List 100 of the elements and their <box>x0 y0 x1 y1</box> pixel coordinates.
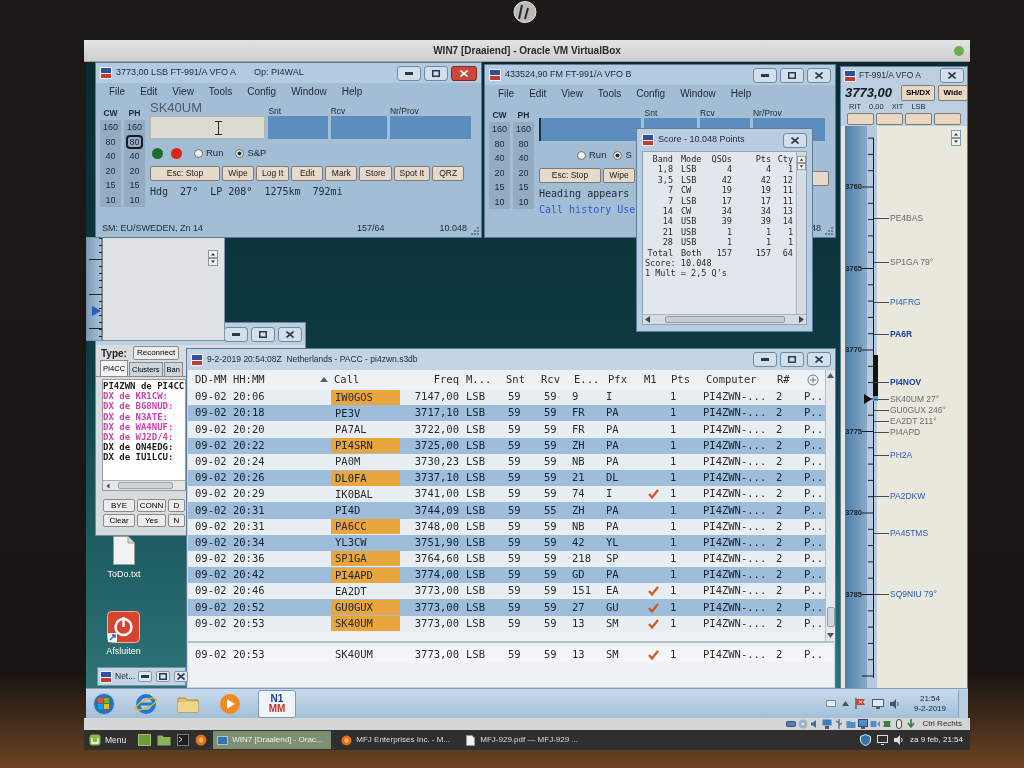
table-cell-text: P.. <box>803 567 824 583</box>
table-cell-text: 14 <box>661 216 673 227</box>
table-cell-text: 1 <box>669 405 678 421</box>
table-cell-text: 2 <box>775 567 784 583</box>
table-cell-text: 1 <box>669 502 678 518</box>
table-cell-text: 59 <box>543 647 558 663</box>
table-cell-text: 12 <box>781 174 793 186</box>
table-cell-text: 2 <box>775 470 784 486</box>
table-cell-text: 2 <box>775 534 784 550</box>
table-cell-text: 59 <box>543 437 558 453</box>
table-cell-text: 59 <box>507 647 522 663</box>
table-cell-text: Both <box>680 247 703 259</box>
table-cell-text: 39 <box>759 216 771 227</box>
spot-line: DX de N3ATE: <box>103 411 169 422</box>
table-cell-text: P.. <box>803 599 824 615</box>
table-cell-text: PA <box>605 421 620 437</box>
table-cell-text: 1 <box>786 164 793 175</box>
table-cell-text: 2 <box>775 486 784 502</box>
table-cell: PI4SRN <box>331 438 400 454</box>
table-cell-text: LSB <box>465 502 486 518</box>
logo-text: N1 <box>270 693 284 704</box>
table-cell-text: 09-02 20:52 <box>194 599 266 615</box>
table-cell-text: PI4ZWN-... <box>702 518 768 534</box>
table-cell-text: LSB <box>680 174 698 186</box>
table-cell-text: FR <box>571 421 586 437</box>
clock-date: 9-2-2019 <box>913 703 946 714</box>
window-title: Score - 10.048 Points <box>658 133 745 147</box>
table-cell-text: 59 <box>543 534 558 550</box>
status-text: 10.048 <box>439 222 467 236</box>
spot-line: DX de IU1LCU: <box>103 452 174 463</box>
table-cell-text: LSB <box>465 470 486 486</box>
table-cell-text: 1 <box>669 583 678 599</box>
table-cell-text: 7 <box>666 195 673 207</box>
score-summary: Score: 10.048 <box>644 258 712 269</box>
table-cell-text: 59 <box>543 453 558 469</box>
table-cell-text: PA <box>605 518 620 534</box>
table-cell-text: 1 <box>669 421 678 437</box>
table-cell-text: 2 <box>775 647 784 663</box>
table-cell-text: 14 <box>661 206 673 217</box>
table-cell-text: SM <box>605 615 620 631</box>
column-header: Band <box>651 154 673 165</box>
table-cell-text: 1 <box>764 237 771 248</box>
logo-text: MM <box>268 703 286 714</box>
status-text: 157/64 <box>356 222 385 236</box>
table-cell-text: 2 <box>775 518 784 534</box>
table-cell-text: 39 <box>720 216 732 227</box>
table-cell-text: 09-02 20:31 <box>194 502 266 518</box>
table-cell-text: 59 <box>507 453 522 469</box>
table-cell-text: 3773,00 <box>413 615 460 631</box>
table-cell-text: 2 <box>775 405 784 421</box>
spot-line: DX de ON4EDG: <box>103 442 174 453</box>
table-cell-text: DL <box>605 470 620 486</box>
field-label: Nr/Prov <box>389 105 420 116</box>
table-cell-text: 1 <box>669 647 678 663</box>
table-cell-text: EA2DT <box>334 583 368 599</box>
table-cell-text: 1 <box>786 237 793 248</box>
table-cell-text: PI4ZWN-... <box>702 421 768 437</box>
window-title: FT-991/A VFO A <box>859 69 921 82</box>
table-cell-text: P.. <box>803 405 824 421</box>
table-cell-text: 17 <box>720 195 732 207</box>
table-cell-text: 1 <box>669 567 678 583</box>
table-cell-text: 3722,00 <box>413 421 460 437</box>
table-cell-text: P.. <box>803 534 824 550</box>
table-cell-text: 9 <box>571 389 580 405</box>
table-cell-text: PA0M <box>334 454 362 470</box>
info-text: Heading appears <box>539 187 630 201</box>
table-cell-text: SK40UM <box>334 647 374 663</box>
table-cell-text: 59 <box>543 615 558 631</box>
table-cell-text: I <box>605 486 614 502</box>
table-cell-text: 3748,00 <box>413 518 460 534</box>
table-cell-text: PA <box>605 453 620 469</box>
table-cell-text: 3737,10 <box>413 470 460 486</box>
table-cell-text: FR <box>571 405 586 421</box>
table-cell-text: LSB <box>465 567 486 583</box>
clock-time: 21:54 <box>919 693 940 704</box>
table-cell-text: 59 <box>543 567 558 583</box>
table-cell-text: 42 <box>759 174 771 186</box>
table-cell-text: 27 <box>571 599 586 615</box>
table-cell-text: ZH <box>571 437 586 453</box>
table-cell-text: GU <box>605 599 620 615</box>
table-cell-text: 34 <box>720 206 732 217</box>
table-cell-text: P.. <box>803 518 824 534</box>
table-cell-text: 13 <box>571 647 586 663</box>
column-header: Pts <box>754 154 771 165</box>
table-cell-text: LSB <box>465 518 486 534</box>
window-title: 9-2-2019 20:54:08Z Netherlands - PACC - pi4zwn.s3db <box>207 353 418 366</box>
table-cell-text: PI4D <box>334 502 362 518</box>
table-cell-text: CW <box>680 206 693 217</box>
column-header: Cty <box>776 154 793 165</box>
table-cell-text: 09-02 20:22 <box>194 437 266 453</box>
table-cell: GU0GUX <box>331 600 400 616</box>
table-cell-text: 13 <box>781 206 793 217</box>
table-cell-text: 74 <box>571 486 586 502</box>
table-cell-text: 157 <box>715 247 732 259</box>
table-cell-text: SP <box>605 551 620 567</box>
window-title: Net... <box>115 670 136 683</box>
table-cell-text: LSB <box>465 615 486 631</box>
field-label: Nr/Prov <box>752 107 783 118</box>
table-cell-text: 1 <box>669 551 678 567</box>
table-cell-text: PI4ZWN-... <box>702 567 768 583</box>
